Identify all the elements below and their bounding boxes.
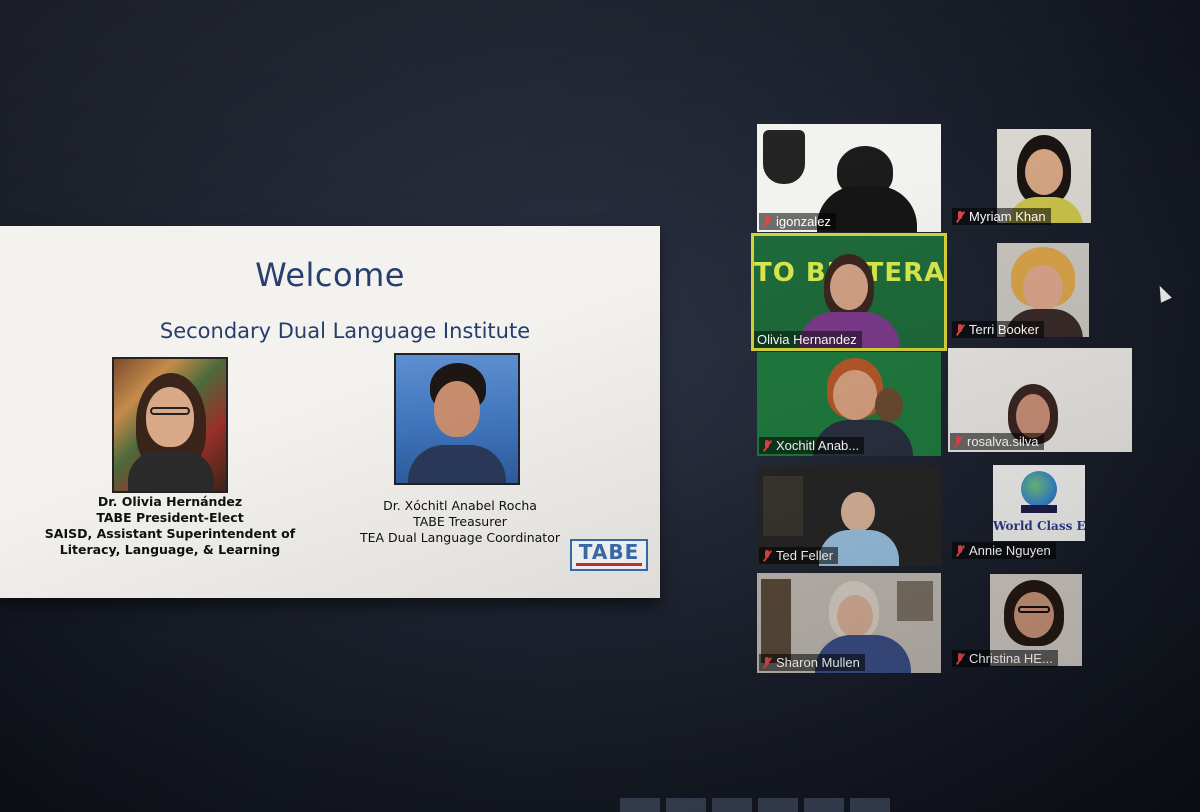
participant-name: Xochitl Anab... — [776, 438, 860, 453]
world-class-ed-text: World Class ED — [993, 519, 1085, 533]
participant-name: Olivia Hernandez — [757, 332, 857, 347]
participant-name: Ted Feller — [776, 548, 834, 563]
speaker1-line3: SAISD, Assistant Superintendent of — [44, 526, 296, 541]
speaker1-name: Dr. Olivia Hernández — [97, 494, 243, 509]
taskbar-item[interactable] — [712, 798, 752, 812]
shared-slide: Welcome Secondary Dual Language Institut… — [0, 226, 660, 598]
slide-title: Welcome — [255, 256, 405, 294]
tabe-logo: TABE — [570, 539, 648, 571]
speaker1-role: TABE President-Elect — [96, 510, 244, 525]
participant-name-tag-annie: Annie Nguyen — [952, 542, 1056, 559]
speaker2-name: Dr. Xóchitl Anabel Rocha — [383, 498, 537, 513]
participant-name-tag: Ted Feller — [759, 547, 839, 564]
participant-tile-igonzalez[interactable]: igonzalez — [757, 124, 941, 232]
mic-muted-icon — [955, 323, 965, 336]
participant-tile-rosalva-silva[interactable]: rosalva.silva — [948, 348, 1132, 452]
speaker1-caption: Dr. Olivia Hernández TABE President-Elec… — [30, 494, 310, 558]
mic-muted-icon — [762, 656, 772, 669]
speaker1-line4: Literacy, Language, & Learning — [59, 542, 281, 557]
participant-name-tag-christina: Christina HE... — [952, 650, 1058, 667]
slide-subtitle: Secondary Dual Language Institute — [159, 319, 531, 343]
tabe-logo-stripe — [576, 563, 642, 566]
taskbar-item[interactable] — [804, 798, 844, 812]
mic-muted-icon — [955, 652, 965, 665]
speaker2-role: TABE Treasurer — [413, 514, 507, 529]
speaker2-caption: Dr. Xóchitl Anabel Rocha TABE Treasurer … — [320, 498, 600, 546]
mouse-cursor-icon — [1154, 283, 1172, 303]
mic-muted-icon — [953, 435, 963, 448]
taskbar — [620, 798, 980, 812]
participant-name-tag: Sharon Mullen — [759, 654, 865, 671]
tabe-logo-text: TABE — [578, 540, 640, 564]
globe-icon — [1021, 471, 1057, 507]
participant-name: igonzalez — [776, 214, 831, 229]
taskbar-item[interactable] — [620, 798, 660, 812]
mic-muted-icon — [955, 210, 965, 223]
taskbar-item[interactable] — [850, 798, 890, 812]
mic-muted-icon — [762, 439, 772, 452]
speaker2-line3: TEA Dual Language Coordinator — [360, 530, 560, 545]
school-crest-icon — [763, 130, 805, 184]
participant-name-tag: rosalva.silva — [950, 433, 1044, 450]
mic-muted-icon — [955, 544, 965, 557]
participant-name-tag-terri: Terri Booker — [952, 321, 1045, 338]
participant-name-tag: Xochitl Anab... — [759, 437, 865, 454]
participant-name-tag: Olivia Hernandez — [754, 331, 862, 348]
participant-name-tag-myriam: Myriam Khan — [952, 208, 1051, 225]
participant-name: Christina HE... — [969, 651, 1053, 666]
participant-name: Annie Nguyen — [969, 543, 1051, 558]
participant-tile-olivia-hernandez[interactable]: TO BILITERACY Olivia Hernandez — [754, 236, 944, 348]
taskbar-item[interactable] — [666, 798, 706, 812]
participant-name: rosalva.silva — [967, 434, 1039, 449]
speaker1-photo — [112, 357, 228, 493]
participant-name: Terri Booker — [969, 322, 1040, 337]
participant-tile-ted-feller[interactable]: Ted Feller — [757, 466, 941, 566]
participant-tile-sharon-mullen[interactable]: Sharon Mullen — [757, 573, 941, 673]
mic-muted-icon — [762, 215, 772, 228]
participant-tile-xochitl[interactable]: Xochitl Anab... — [757, 352, 941, 456]
taskbar-item[interactable] — [758, 798, 798, 812]
participant-name-tag: igonzalez — [759, 213, 836, 230]
mic-muted-icon — [762, 549, 772, 562]
participant-tile-annie-logo[interactable]: World Class ED — [993, 465, 1085, 541]
participant-name: Myriam Khan — [969, 209, 1046, 224]
speaker2-photo — [394, 353, 520, 485]
participant-name: Sharon Mullen — [776, 655, 860, 670]
